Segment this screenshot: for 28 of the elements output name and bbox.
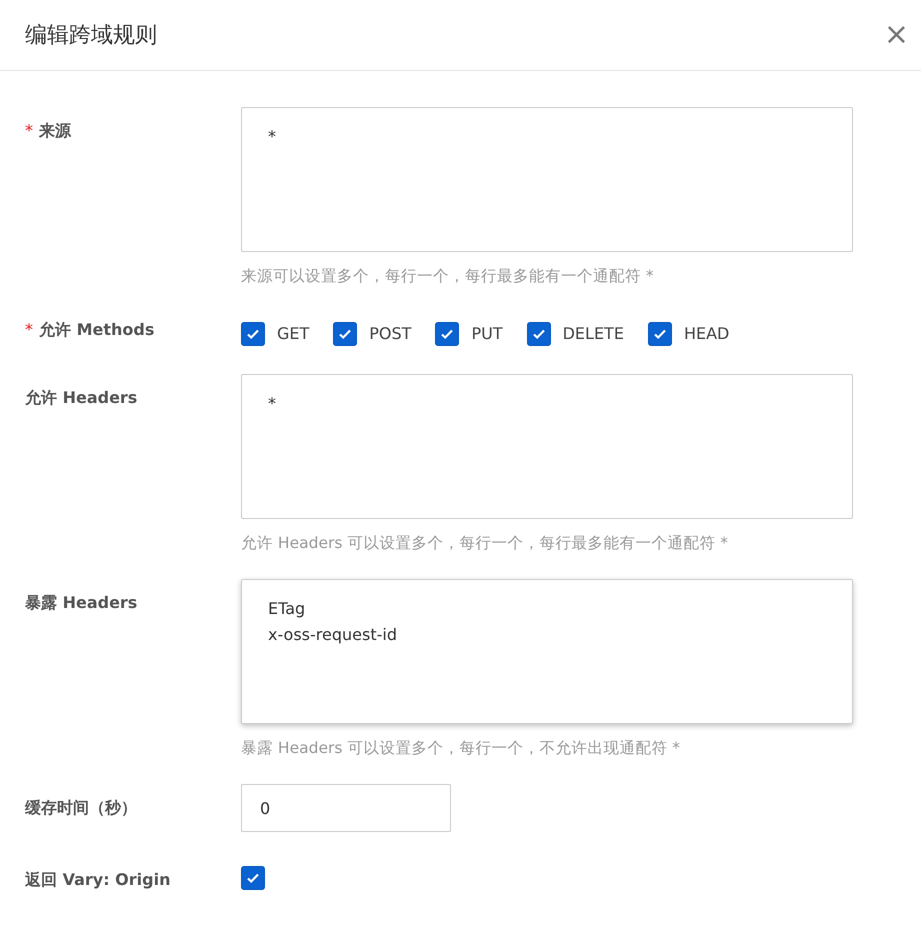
checkbox[interactable] xyxy=(333,322,358,346)
field-label: 暴露 Headers xyxy=(25,593,138,612)
option-label: HEAD xyxy=(684,323,730,346)
field-label: 允许 Methods xyxy=(39,320,154,340)
checkbox[interactable] xyxy=(435,322,460,346)
text-area[interactable]: * xyxy=(241,374,853,520)
option-label: GET xyxy=(277,323,310,346)
number-field[interactable]: 0 xyxy=(241,784,451,832)
hint-text: 允许 Headers 可以设置多个，每行一个，每行最多能有一个通配符 * xyxy=(241,533,730,554)
field-label: 允许 Headers xyxy=(25,388,138,408)
required-mark: * xyxy=(25,320,33,340)
option-label: POST xyxy=(369,323,412,346)
option-label: DELETE xyxy=(562,323,624,346)
text-area[interactable]: * xyxy=(241,107,853,252)
hint-text: 暴露 Headers 可以设置多个，每行一个，不允许出现通配符 * xyxy=(241,738,682,758)
field-label: 返回 Vary: Origin xyxy=(25,870,170,889)
required-mark: * xyxy=(25,121,33,140)
field-label: 缓存时间（秒） xyxy=(25,798,137,818)
hint-text: 来源可以设置多个，每行一个，每行最多能有一个通配符 * xyxy=(241,266,655,286)
text-area[interactable]: ETag x-oss-request-id xyxy=(241,579,853,724)
checkbox[interactable] xyxy=(526,322,551,346)
checkbox[interactable] xyxy=(241,866,265,890)
dialog-title: 编辑跨域规则 xyxy=(25,22,157,50)
checkbox[interactable] xyxy=(648,322,672,346)
close-button[interactable]: × xyxy=(876,20,917,50)
checkbox[interactable] xyxy=(241,322,265,346)
option-label: PUT xyxy=(471,323,503,346)
field-label: 来源 xyxy=(39,121,71,140)
